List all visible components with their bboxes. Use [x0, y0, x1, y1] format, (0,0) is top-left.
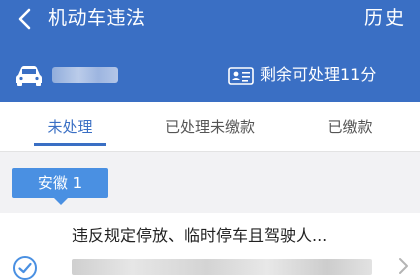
back-icon[interactable] [14, 6, 36, 32]
id-card-icon [228, 67, 254, 85]
tab-paid[interactable]: 已缴款 [280, 102, 420, 152]
violation-detail-redacted [72, 259, 372, 275]
badge-pointer [54, 198, 68, 205]
region-badge: 安徽 1 [12, 168, 108, 198]
violation-title: 违反规定停放、临时停车且驾驶人... [72, 226, 328, 245]
history-button[interactable]: 历史 [364, 5, 406, 31]
nav-bar: 机动车违法 历史 [0, 0, 420, 38]
car-icon [14, 65, 44, 87]
page-title: 机动车违法 [48, 7, 146, 29]
remaining-points: 剩余可处理11分 [260, 65, 377, 84]
header: 机动车违法 历史 剩余可处理11分 [0, 0, 420, 102]
app-screen: 机动车违法 历史 剩余可处理11分 未处理 已处理未缴款 已缴款 安徽 1 违反… [0, 0, 420, 280]
plate-number-redacted [52, 67, 118, 83]
active-tab-indicator [34, 143, 106, 146]
check-circle-icon[interactable] [12, 255, 38, 280]
violation-card[interactable]: 违反规定停放、临时停车且驾驶人... [0, 213, 420, 280]
tab-processed-unpaid[interactable]: 已处理未缴款 [140, 102, 280, 152]
chevron-right-icon[interactable] [396, 255, 410, 277]
